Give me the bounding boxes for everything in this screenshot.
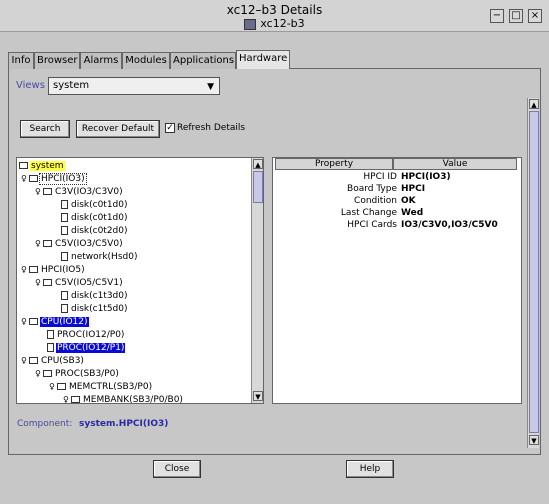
- views-label: Views: [16, 80, 45, 91]
- refresh-details-label: Refresh Details: [177, 123, 246, 133]
- search-button[interactable]: Search: [20, 120, 70, 138]
- folder-icon: [43, 370, 52, 377]
- component-label: Component:: [17, 419, 73, 429]
- folder-icon: [43, 188, 52, 195]
- document-icon: [61, 200, 68, 209]
- tab-modules[interactable]: Modules: [122, 52, 170, 69]
- tree-scroll-thumb[interactable]: [253, 171, 263, 203]
- tree-node[interactable]: ♀ CPU(SB3): [21, 355, 85, 367]
- tree-node[interactable]: ♀ PROC(SB3/P0): [35, 368, 120, 380]
- scroll-up-icon[interactable]: ▲: [253, 159, 263, 169]
- tree-scrollbar[interactable]: ▲ ▼: [251, 158, 263, 403]
- window-title: xc12–b3 Details: [226, 3, 323, 17]
- close-window-button[interactable]: ×: [528, 9, 542, 23]
- expand-key-icon[interactable]: ♀: [35, 277, 43, 289]
- tab-hardware[interactable]: Hardware: [236, 50, 290, 69]
- host-name: xc12-b3: [260, 17, 305, 30]
- tab-applications[interactable]: Applications: [170, 52, 236, 69]
- folder-icon: [29, 175, 38, 182]
- document-icon: [47, 330, 54, 339]
- document-icon: [61, 304, 68, 313]
- tree-node[interactable]: disk(c0t1d0): [61, 212, 129, 224]
- hardware-tree[interactable]: system ♀ HPCI(IO3) ♀ C3V(IO3/C3V0) disk(c0…: [16, 157, 264, 404]
- help-button[interactable]: Help: [346, 460, 394, 478]
- table-row: HPCI Cards IO3/C3V0,IO3/C5V0: [347, 220, 498, 230]
- panel-scrollbar[interactable]: ▲ ▼: [527, 98, 539, 448]
- tree-node[interactable]: ♀ C5V(IO5/C5V1): [35, 277, 124, 289]
- tree-node[interactable]: ♀ CPU(IO12): [21, 316, 89, 328]
- tree-node[interactable]: PROC(IO12/P1): [47, 342, 126, 354]
- chevron-down-icon: ▼: [207, 82, 214, 92]
- close-button[interactable]: Close: [153, 460, 201, 478]
- views-selected-value: system: [53, 80, 90, 91]
- document-icon: [47, 343, 54, 352]
- refresh-details-checkbox[interactable]: ✓: [165, 123, 175, 133]
- expand-key-icon[interactable]: ♀: [35, 368, 43, 380]
- tree-node[interactable]: disk(c0t2d0): [61, 225, 129, 237]
- properties-table: Property Value HPCI ID HPCI(IO3) Board Ty…: [272, 157, 522, 404]
- tree-node[interactable]: ♀ MEMCTRL(SB3/P0): [49, 381, 153, 393]
- document-icon: [61, 213, 68, 222]
- scroll-up-icon[interactable]: ▲: [529, 99, 539, 109]
- document-icon: [61, 252, 68, 261]
- scroll-down-icon[interactable]: ▼: [253, 391, 263, 401]
- table-row: Condition OK: [354, 196, 416, 206]
- table-row: Board Type HPCI: [347, 184, 426, 194]
- panel-scroll-thumb[interactable]: [529, 111, 539, 433]
- tree-node[interactable]: disk(c0t1d0): [61, 199, 129, 211]
- maximize-button[interactable]: □: [509, 9, 523, 23]
- folder-icon: [29, 266, 38, 273]
- tree-node[interactable]: disk(c1t3d0): [61, 290, 129, 302]
- tree-node[interactable]: PROC(IO12/P0): [47, 329, 125, 341]
- tree-node[interactable]: network(Hsd0): [61, 251, 138, 263]
- folder-icon: [43, 240, 52, 247]
- views-select[interactable]: system ▼: [48, 77, 220, 95]
- document-icon: [61, 226, 68, 235]
- tree-node[interactable]: ♀ C5V(IO3/C5V0): [35, 238, 124, 250]
- expand-key-icon[interactable]: ♀: [21, 264, 29, 276]
- value-column-header[interactable]: Value: [393, 158, 517, 170]
- folder-icon: [19, 162, 28, 169]
- expand-key-icon[interactable]: ♀: [49, 381, 57, 393]
- folder-icon: [29, 318, 38, 325]
- folder-icon: [43, 279, 52, 286]
- expand-key-icon[interactable]: ♀: [35, 238, 43, 250]
- tree-node[interactable]: ♀ C3V(IO3/C3V0): [35, 186, 124, 198]
- folder-icon: [29, 357, 38, 364]
- document-icon: [61, 291, 68, 300]
- folder-icon: [57, 383, 66, 390]
- property-column-header[interactable]: Property: [275, 158, 393, 170]
- tree-node[interactable]: ♀ HPCI(IO3): [21, 173, 87, 185]
- table-row: Last Change Wed: [340, 208, 424, 218]
- tree-node[interactable]: ♀ MEMBANK(SB3/P0/B0): [63, 394, 184, 403]
- host-subtitle: xc12-b3: [0, 17, 549, 30]
- expand-key-icon[interactable]: ♀: [21, 316, 29, 328]
- minimize-button[interactable]: −: [490, 9, 504, 23]
- recover-default-button[interactable]: Recover Default: [76, 120, 160, 138]
- tree-node[interactable]: ♀ HPCI(IO5): [21, 264, 86, 276]
- component-value: system.HPCI(IO3): [79, 419, 169, 429]
- scroll-down-icon[interactable]: ▼: [529, 435, 539, 445]
- expand-key-icon[interactable]: ♀: [35, 186, 43, 198]
- tab-info[interactable]: Info: [8, 52, 34, 69]
- expand-key-icon[interactable]: ♀: [21, 355, 29, 367]
- tab-browser[interactable]: Browser: [34, 52, 80, 69]
- tree-node[interactable]: disk(c1t5d0): [61, 303, 129, 315]
- expand-key-icon[interactable]: ♀: [21, 173, 29, 185]
- host-icon: [244, 18, 257, 30]
- folder-icon: [71, 396, 80, 403]
- expand-key-icon[interactable]: ♀: [63, 394, 71, 403]
- table-row: HPCI ID HPCI(IO3): [363, 172, 451, 182]
- tree-node[interactable]: system: [19, 160, 65, 172]
- footer-bar: [0, 455, 549, 504]
- tab-alarms[interactable]: Alarms: [80, 52, 122, 69]
